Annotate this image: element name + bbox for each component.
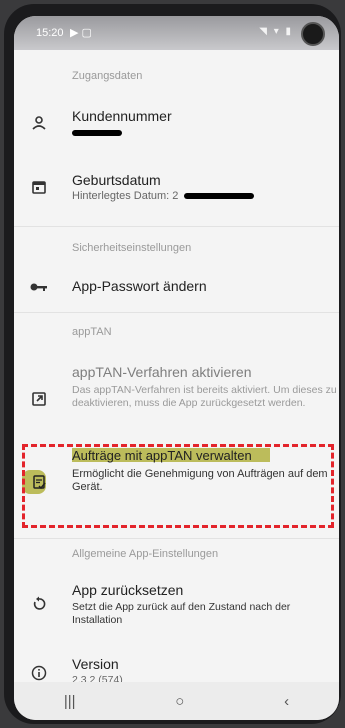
signal-icons: ◥ ▾ ▮ [259,26,293,37]
divider [14,312,339,313]
status-bar: 15:20 ▶ ▢ ◥ ▾ ▮ [14,16,339,50]
birthdate-title: Geburtsdatum [72,172,161,188]
reset-icon [28,593,50,615]
phone-frame: 15:20 ▶ ▢ ◥ ▾ ▮ Zugangsdaten Kundennumme… [4,4,341,724]
person-icon [28,112,50,134]
apptan-activate-title: appTAN-Verfahren aktivieren [72,364,252,380]
calendar-icon [28,176,50,198]
version-title: Version [72,656,119,672]
recent-apps-icon[interactable]: ||| [64,693,76,710]
reset-app-subtitle: Setzt die App zurück auf den Zustand nac… [72,601,291,626]
open-in-new-icon [28,388,50,410]
divider [14,538,339,539]
camera-icon [301,22,325,46]
section-header-security: Sicherheitseinstellungen [72,242,192,254]
change-password-title: App-Passwort ändern [72,278,207,294]
divider [14,226,339,227]
settings-screen: 15:20 ▶ ▢ ◥ ▾ ▮ Zugangsdaten Kundennumme… [14,16,339,720]
redaction-mark [184,193,254,199]
notification-icons: ▶ ▢ [70,27,92,39]
dashed-annotation-frame [22,444,334,528]
reset-app-title: App zurücksetzen [72,582,184,598]
section-header-apptan: appTAN [72,326,112,338]
back-icon[interactable]: ‹ [284,693,289,710]
key-icon [28,276,50,298]
section-header-access: Zugangsdaten [72,70,143,82]
redaction-mark [72,130,122,136]
apptan-activate-subtitle: Das appTAN-Verfahren ist bereits aktivie… [72,384,337,409]
status-time: 15:20 [36,27,64,39]
section-header-general: Allgemeine App-Einstellungen [72,548,219,560]
info-icon [28,662,50,684]
home-icon[interactable]: ○ [175,693,184,710]
customer-number-title: Kundennummer [72,108,172,124]
system-nav-bar: ||| ○ ‹ [14,682,339,720]
